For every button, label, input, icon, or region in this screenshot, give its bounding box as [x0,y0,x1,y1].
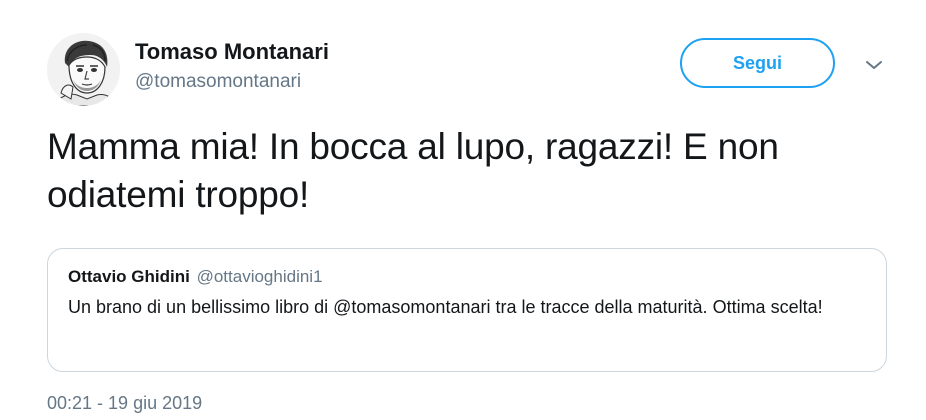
author-name[interactable]: Tomaso Montanari [135,39,329,65]
quoted-author-name: Ottavio Ghidini [68,267,190,286]
quoted-tweet[interactable]: Ottavio Ghidini @ottavioghidini1 Un bran… [47,248,887,372]
tweet-timestamp[interactable]: 00:21 - 19 giu 2019 [47,393,202,414]
quoted-tweet-text: Un brano di un bellissimo libro di @toma… [68,297,823,317]
quoted-tweet-header: Ottavio Ghidini @ottavioghidini1 [68,266,866,288]
quoted-author-handle: @ottavioghidini1 [196,267,323,286]
tweet-card: Tomaso Montanari @tomasomontanari Segui … [0,0,926,420]
chevron-down-icon [866,61,882,69]
tweet-text: Mamma mia! In bocca al lupo, ragazzi! E … [47,126,779,215]
avatar-portrait-icon [47,33,120,106]
avatar[interactable] [47,33,120,106]
more-options-button[interactable] [860,54,888,76]
follow-button[interactable]: Segui [680,38,835,88]
author-handle[interactable]: @tomasomontanari [135,71,301,93]
